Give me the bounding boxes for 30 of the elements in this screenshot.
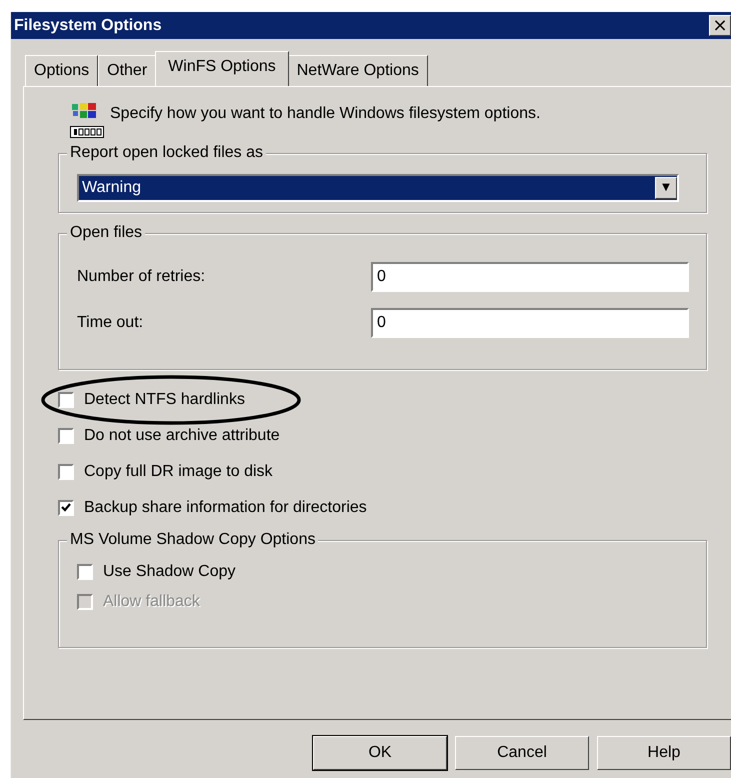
checkbox[interactable] xyxy=(58,392,74,408)
checkbox[interactable] xyxy=(58,428,74,444)
group-title: MS Volume Shadow Copy Options xyxy=(67,531,318,549)
group-title: Open files xyxy=(67,224,146,242)
field-label: Number of retries: xyxy=(77,268,206,286)
tab[interactable]: Options xyxy=(25,55,98,86)
program-icon xyxy=(70,101,104,141)
input-field[interactable]: 0 xyxy=(371,308,689,338)
checkbox-label: Detect NTFS hardlinks xyxy=(84,391,245,409)
checkbox-label: Copy full DR image to disk xyxy=(84,463,273,481)
tab[interactable]: WinFS Options xyxy=(155,51,289,86)
checkbox-label: Backup share information for directories xyxy=(84,499,367,517)
dropdown[interactable]: Warning ▼ xyxy=(77,174,679,202)
field-label: Time out: xyxy=(77,314,144,332)
close-button[interactable]: × xyxy=(709,15,731,36)
checkbox-label: Allow fallback xyxy=(103,593,200,611)
input-field[interactable]: 0 xyxy=(371,262,689,292)
dialog-button[interactable]: Cancel xyxy=(455,736,589,770)
window-title: Filesystem Options xyxy=(14,16,162,34)
checkbox[interactable] xyxy=(77,564,93,580)
checkbox[interactable] xyxy=(58,464,74,480)
group-title: Report open locked files as xyxy=(67,144,266,162)
tab[interactable]: NetWare Options xyxy=(288,55,428,86)
intro-text: Specify how you want to handle Windows filesystem options. xyxy=(110,105,540,123)
dialog-button[interactable]: Help xyxy=(597,736,731,770)
checkbox-label: Do not use archive attribute xyxy=(84,427,280,445)
checkbox-label: Use Shadow Copy xyxy=(103,563,236,581)
dialog-button[interactable]: OK xyxy=(313,736,447,770)
checkbox[interactable] xyxy=(58,500,74,516)
dropdown-value: Warning xyxy=(81,179,141,197)
